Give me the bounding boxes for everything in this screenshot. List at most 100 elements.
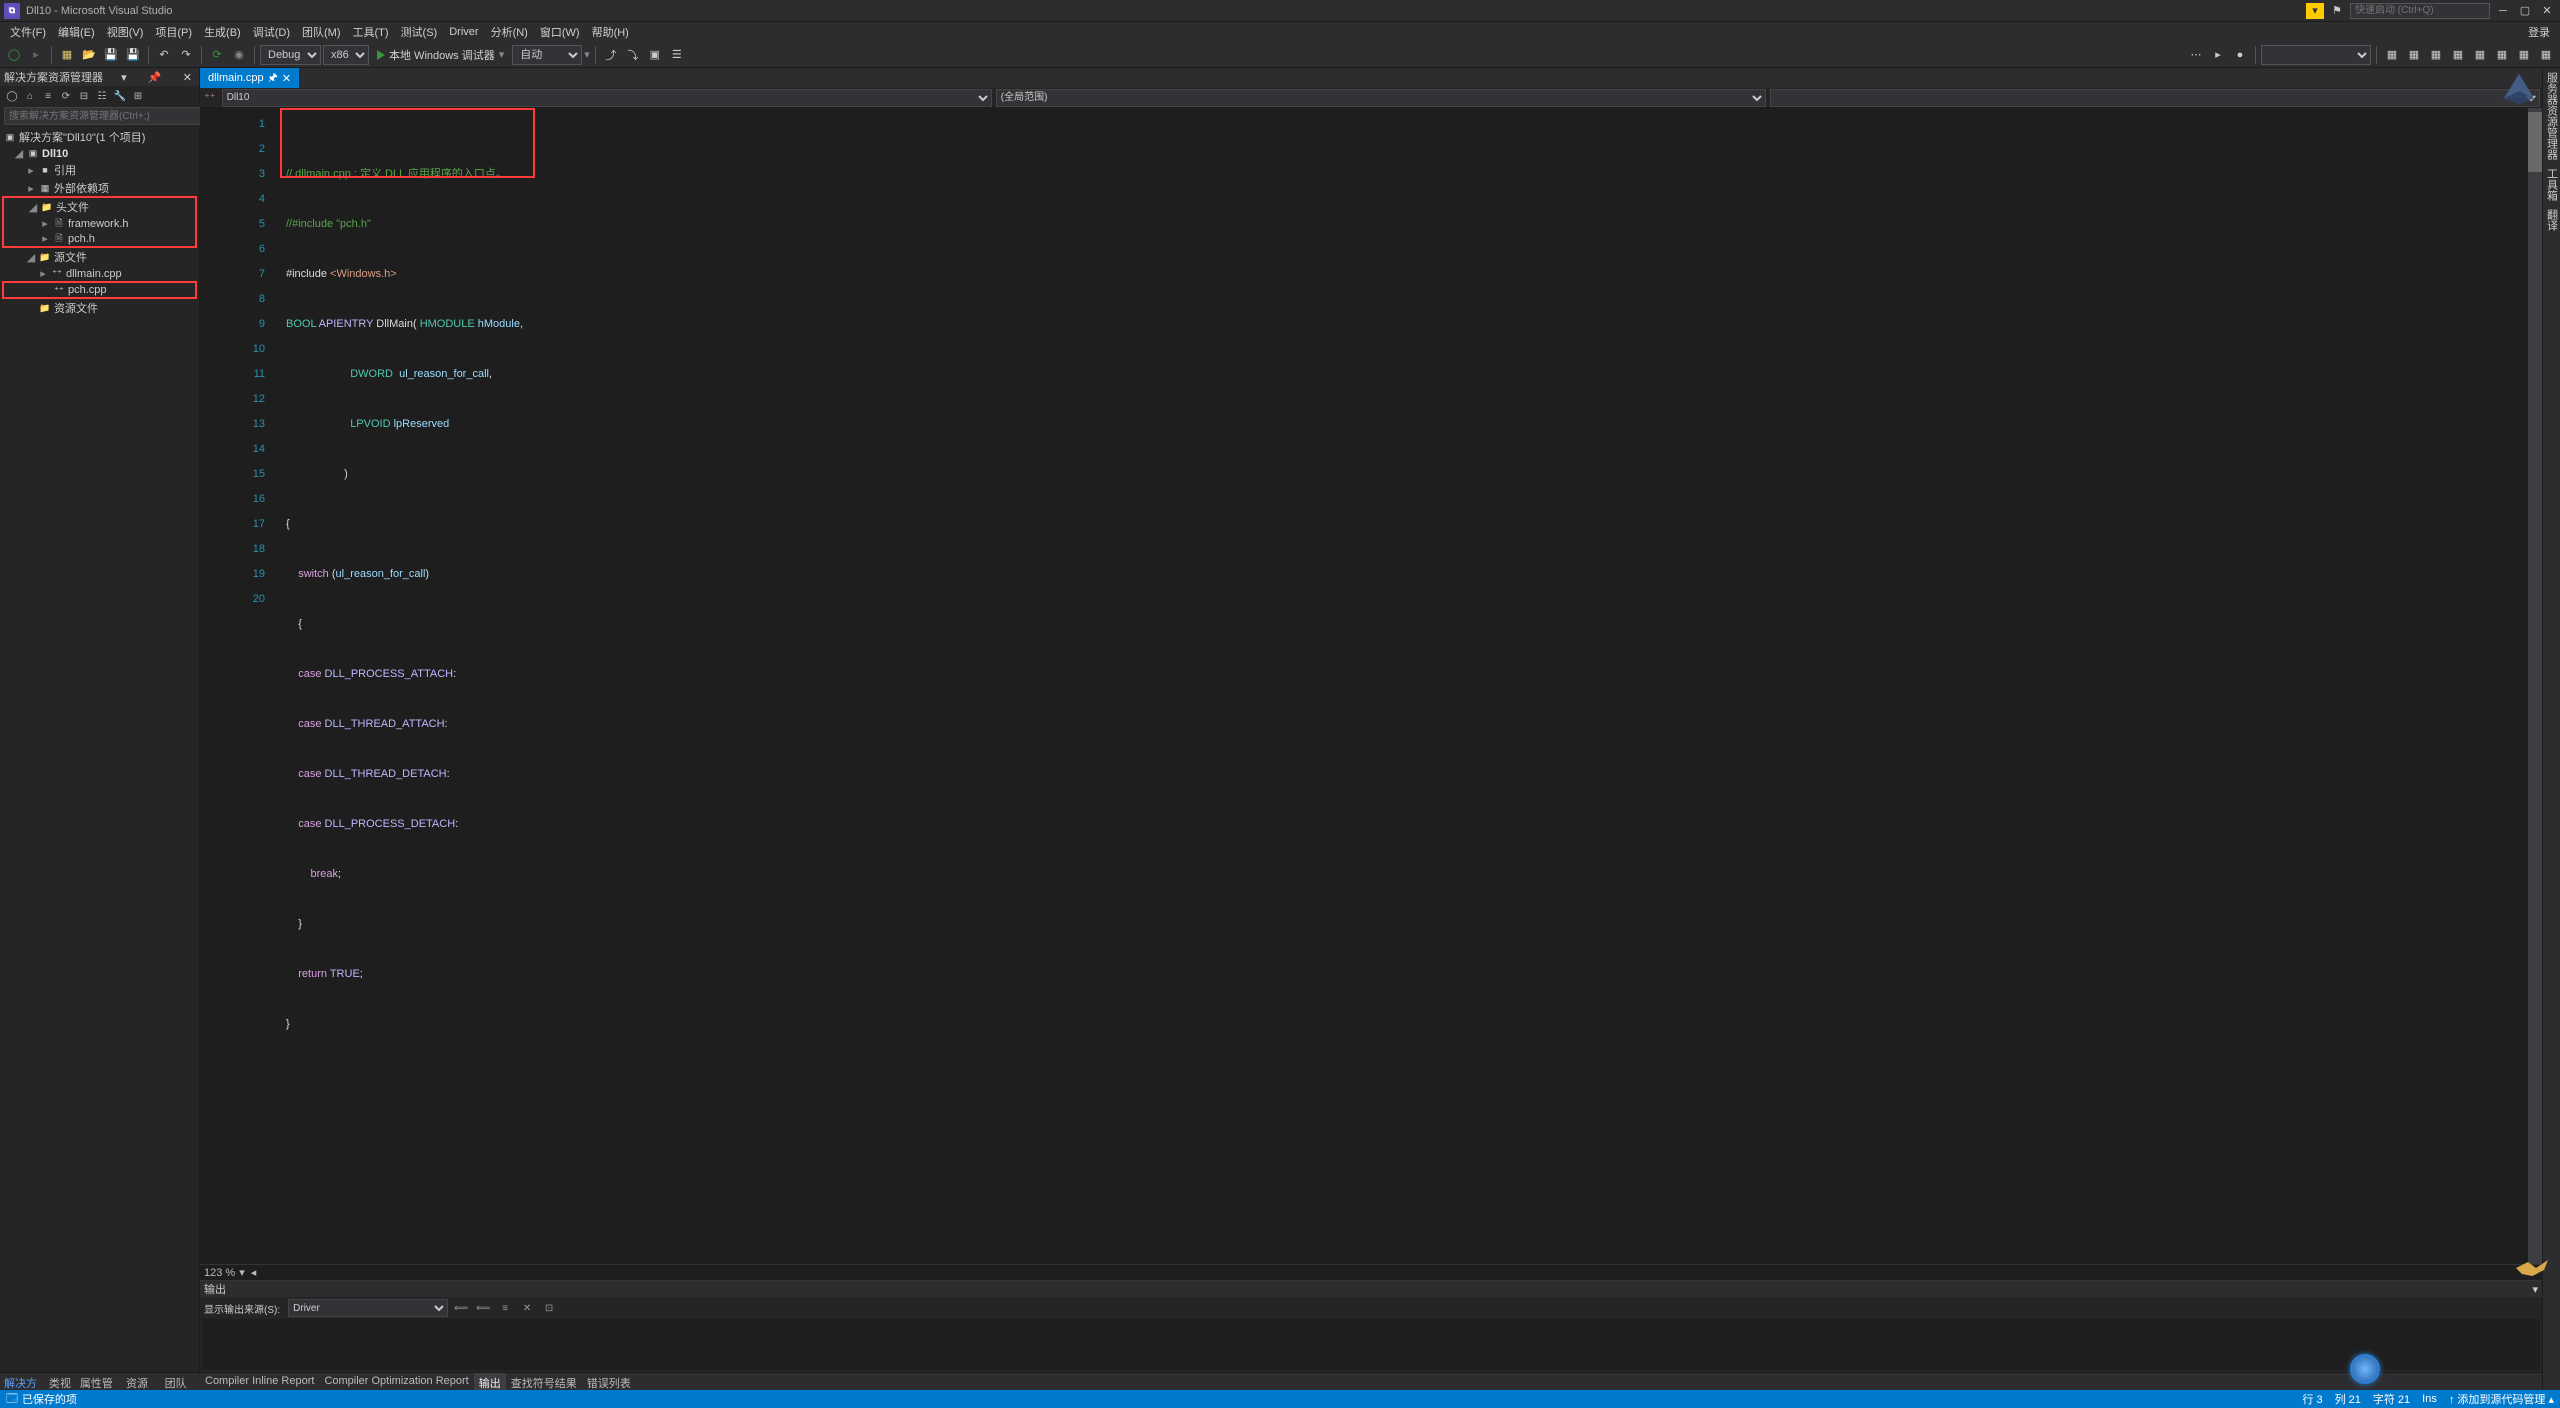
save-icon[interactable]: 💾 (101, 45, 121, 65)
saveall-icon[interactable]: 💾 (123, 45, 143, 65)
nav-member-select[interactable] (1770, 89, 2540, 107)
menu-tools[interactable]: 工具(T) (347, 22, 395, 42)
menu-analyse[interactable]: 分析(N) (485, 22, 534, 42)
output-source-select[interactable]: Driver (288, 1299, 448, 1317)
signin-link[interactable]: 登录 (2522, 22, 2556, 42)
dropdown-icon[interactable]: ▾ (118, 71, 130, 84)
split-left-icon[interactable]: ◂ (251, 1266, 257, 1279)
right-tab-toolbox[interactable]: 工具箱 (2542, 164, 2560, 205)
menu-driver[interactable]: Driver (443, 24, 484, 40)
file-pch-h[interactable]: ▸🗎pch.h (4, 231, 195, 246)
file-dllmain-cpp[interactable]: ▸⁺⁺dllmain.cpp (2, 266, 197, 281)
tb-x2[interactable]: ▸ (2208, 45, 2228, 65)
menu-team[interactable]: 团队(M) (296, 22, 347, 42)
open-icon[interactable]: 📂 (79, 45, 99, 65)
zoom-dropdown-icon[interactable]: ▾ (239, 1266, 245, 1279)
tb-y6[interactable]: ▦ (2492, 45, 2512, 65)
sources-node[interactable]: ◢📁源文件 (2, 248, 197, 266)
tab-close-icon[interactable]: ✕ (282, 72, 291, 85)
output-btn1[interactable]: ⟸ (452, 1299, 470, 1317)
nav-back-icon[interactable]: ◯ (4, 45, 24, 65)
dbg-4-icon[interactable]: ☰ (667, 45, 687, 65)
tb-y4[interactable]: ▦ (2448, 45, 2468, 65)
file-pch-cpp[interactable]: ⁺⁺pch.cpp (4, 283, 195, 297)
resources-node[interactable]: 📁资源文件 (2, 299, 197, 317)
right-tab-server[interactable]: 服务器资源管理器 (2542, 68, 2560, 164)
platform-select[interactable]: x86 (323, 45, 369, 65)
stab-solution[interactable]: 解决方案... (0, 1373, 45, 1390)
notification-icon[interactable]: ▾ (2306, 3, 2324, 19)
output-btn4[interactable]: ✕ (518, 1299, 536, 1317)
radio-icon[interactable]: ◉ (229, 45, 249, 65)
btab-inline[interactable]: Compiler Inline Report (200, 1373, 319, 1390)
output-body[interactable] (202, 1319, 2540, 1370)
menu-debug[interactable]: 调试(D) (247, 22, 296, 42)
solution-root[interactable]: ▣解决方案"Dll10"(1 个项目) (2, 128, 197, 146)
sx-back-icon[interactable]: ◯ (4, 88, 20, 104)
close-pane-icon[interactable]: ✕ (180, 71, 195, 84)
minimize-button[interactable]: ─ (2494, 3, 2512, 19)
project-node[interactable]: ◢▣Dll10 (2, 146, 197, 161)
undo-icon[interactable]: ↶ (154, 45, 174, 65)
close-button[interactable]: ✕ (2538, 3, 2556, 19)
solution-search-input[interactable] (4, 107, 203, 125)
sx-props-icon[interactable]: 🔧 (112, 88, 128, 104)
output-btn3[interactable]: ≡ (496, 1299, 514, 1317)
attach-select[interactable]: 自动 (512, 45, 582, 65)
dbg-1-icon[interactable]: ⤴ (601, 45, 621, 65)
config-select[interactable]: Debug (260, 45, 321, 65)
pin-icon[interactable]: 📌 (145, 71, 165, 84)
menu-edit[interactable]: 编辑(E) (52, 22, 101, 42)
btab-output[interactable]: 输出 (474, 1373, 506, 1390)
sx-sync-icon[interactable]: ≡ (40, 88, 56, 104)
tb-y2[interactable]: ▦ (2404, 45, 2424, 65)
sx-refresh-icon[interactable]: ⟳ (58, 88, 74, 104)
code-text[interactable]: // dllmain.cpp : 定义 DLL 应用程序的入口点。 //#inc… (280, 108, 2528, 1264)
file-framework-h[interactable]: ▸🗎framework.h (4, 216, 195, 231)
headers-node[interactable]: ◢📁头文件 (4, 198, 195, 216)
menu-build[interactable]: 生成(B) (198, 22, 247, 42)
tb-y8[interactable]: ▦ (2536, 45, 2556, 65)
menu-test[interactable]: 测试(S) (395, 22, 444, 42)
menu-project[interactable]: 项目(P) (149, 22, 198, 42)
tb-y7[interactable]: ▦ (2514, 45, 2534, 65)
nav-fwd-icon[interactable]: ▸ (26, 45, 46, 65)
menu-help[interactable]: 帮助(H) (586, 22, 635, 42)
stab-classview[interactable]: 类视图 (45, 1373, 76, 1390)
external-deps-node[interactable]: ▸▦外部依赖项 (2, 179, 197, 197)
tb-y3[interactable]: ▦ (2426, 45, 2446, 65)
tab-pin-icon[interactable]: 🖈 (268, 69, 278, 88)
stab-team[interactable]: 团队资.... (161, 1373, 200, 1390)
btab-find[interactable]: 查找符号结果 (506, 1373, 582, 1390)
sx-view-icon[interactable]: ⊞ (130, 88, 146, 104)
zoom-value[interactable]: 123 % (204, 1267, 235, 1279)
tab-dllmain[interactable]: dllmain.cpp 🖈 ✕ (200, 68, 299, 88)
tb-x1[interactable]: ⋯ (2186, 45, 2206, 65)
assistant-circle-icon[interactable] (2350, 1354, 2380, 1384)
start-debug-button[interactable]: 本地 Windows 调试器 ▾ (371, 45, 510, 65)
status-srcctl[interactable]: ↑ 添加到源代码管理 ▴ (2449, 1391, 2554, 1407)
right-tab-translate[interactable]: 翻译 (2542, 205, 2560, 235)
dbg-2-icon[interactable]: ⤵ (623, 45, 643, 65)
output-btn5[interactable]: ⊡ (540, 1299, 558, 1317)
new-project-icon[interactable]: ▦ (57, 45, 77, 65)
tb-x3[interactable]: ● (2230, 45, 2250, 65)
references-node[interactable]: ▸■引用 (2, 161, 197, 179)
flag-icon[interactable]: ⚑ (2328, 3, 2346, 19)
menu-view[interactable]: 视图(V) (101, 22, 150, 42)
maximize-button[interactable]: ▢ (2516, 3, 2534, 19)
quick-launch-input[interactable] (2350, 3, 2490, 19)
dbg-3-icon[interactable]: ▣ (645, 45, 665, 65)
btab-opt[interactable]: Compiler Optimization Report (319, 1373, 473, 1390)
output-btn2[interactable]: ⟸ (474, 1299, 492, 1317)
sx-home-icon[interactable]: ⌂ (22, 88, 38, 104)
menu-file[interactable]: 文件(F) (4, 22, 52, 42)
vertical-scrollbar[interactable] (2528, 108, 2542, 1264)
stab-propmgr[interactable]: 属性管理器 (76, 1373, 122, 1390)
btab-errors[interactable]: 错误列表 (582, 1373, 636, 1390)
sx-collapse-icon[interactable]: ⊟ (76, 88, 92, 104)
refresh-icon[interactable]: ⟳ (207, 45, 227, 65)
extra-select[interactable] (2261, 45, 2371, 65)
redo-icon[interactable]: ↷ (176, 45, 196, 65)
tb-y1[interactable]: ▦ (2382, 45, 2402, 65)
